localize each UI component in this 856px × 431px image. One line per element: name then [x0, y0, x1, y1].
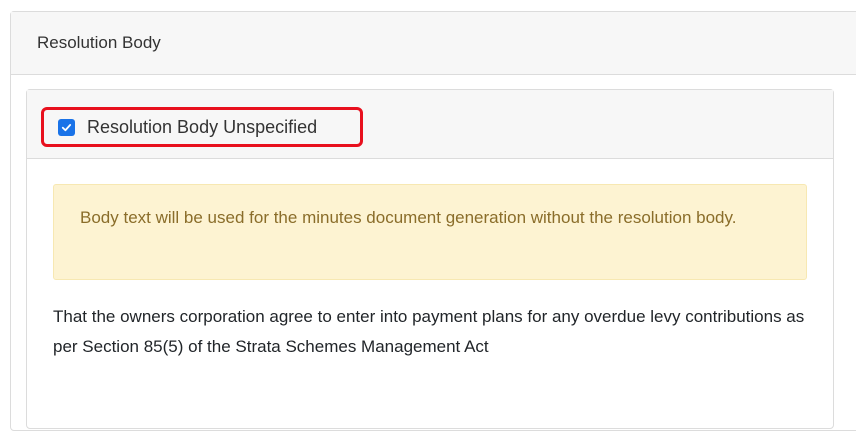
card-title: Resolution Body: [37, 33, 161, 52]
info-alert: Body text will be used for the minutes d…: [53, 184, 807, 280]
resolution-body-unspecified-checkbox[interactable]: [58, 118, 75, 136]
highlight-annotation: Resolution Body Unspecified: [41, 107, 363, 147]
panel-header: Resolution Body Unspecified: [27, 90, 833, 159]
alert-text: Body text will be used for the minutes d…: [80, 208, 737, 227]
resolution-body-text: That the owners corporation agree to ent…: [53, 307, 805, 356]
card-header: Resolution Body: [11, 12, 856, 75]
checkmark-icon: [61, 123, 72, 131]
checkbox-label[interactable]: Resolution Body Unspecified: [87, 117, 317, 138]
resolution-body-panel: Resolution Body Unspecified Body text wi…: [26, 89, 834, 429]
